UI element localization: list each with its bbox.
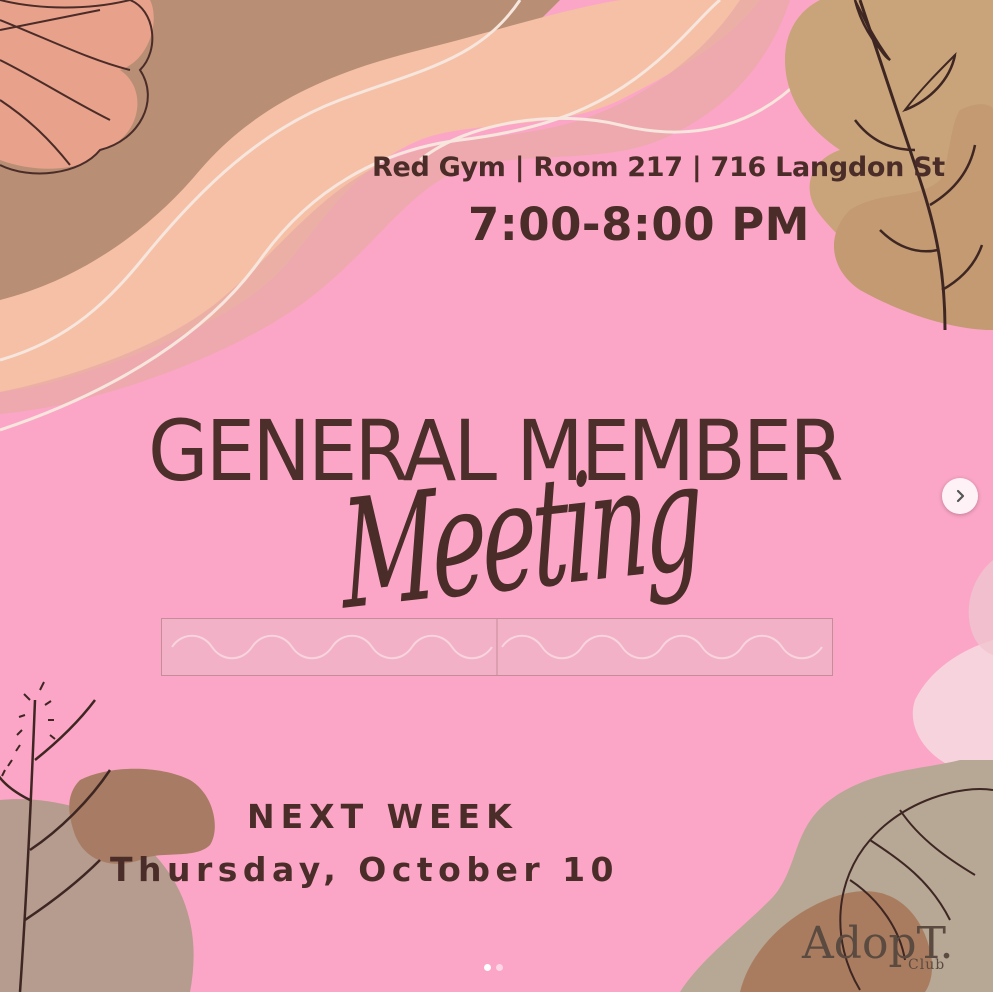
event-poster: Red Gym | Room 217 | 716 Langdon St 7:00…: [0, 0, 993, 992]
carousel-next-button[interactable]: [942, 478, 978, 514]
club-logo-subtitle: Club: [908, 957, 946, 973]
event-location: Red Gym | Room 217 | 716 Langdon St: [372, 152, 945, 183]
carousel-page-indicator: [484, 964, 503, 971]
right-white-blob: [912, 640, 993, 776]
right-pale-blob: [968, 560, 993, 655]
ornamental-band: [161, 618, 833, 676]
page-dot-2[interactable]: [496, 964, 503, 971]
event-date: Thursday, October 10: [110, 850, 620, 889]
next-week-label: NEXT WEEK: [247, 797, 518, 836]
event-time: 7:00-8:00 PM: [468, 198, 810, 251]
ornament-pattern: [171, 619, 823, 675]
chevron-right-icon: [956, 489, 965, 503]
page-dot-1[interactable]: [484, 964, 491, 971]
